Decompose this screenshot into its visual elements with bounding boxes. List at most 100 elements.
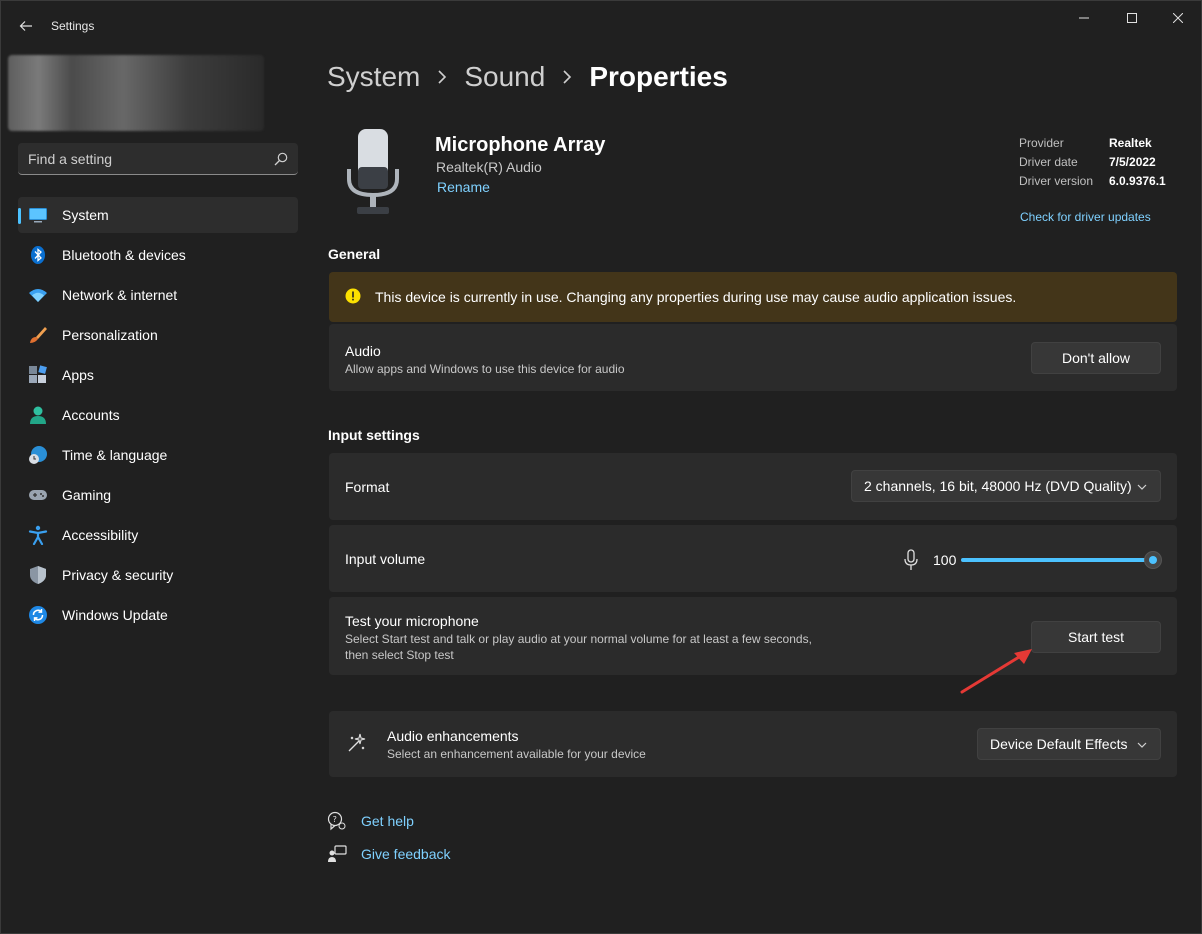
driver-version-value: 6.0.9376.1	[1109, 174, 1166, 188]
format-dropdown-value: 2 channels, 16 bit, 48000 Hz (DVD Qualit…	[864, 478, 1132, 494]
audio-access-description: Allow apps and Windows to use this devic…	[345, 362, 625, 376]
sidebar-item-label: Privacy & security	[62, 567, 174, 583]
shield-icon	[30, 566, 46, 584]
driver-version-label: Driver version	[1019, 174, 1094, 188]
format-dropdown[interactable]: 2 channels, 16 bit, 48000 Hz (DVD Qualit…	[851, 470, 1161, 502]
sidebar-item-label: Accounts	[62, 407, 120, 423]
sidebar-item-apps[interactable]: Apps	[18, 357, 298, 393]
feedback-icon	[328, 845, 347, 862]
sidebar-item-accounts[interactable]: Accounts	[18, 397, 298, 433]
search-icon[interactable]	[274, 152, 288, 166]
input-volume-card: Input volume 100	[329, 525, 1177, 592]
in-use-warning-banner: This device is currently in use. Changin…	[329, 272, 1177, 322]
get-help-row[interactable]: ? Get help	[327, 809, 414, 833]
breadcrumb: System Sound Properties	[327, 61, 728, 93]
sidebar-item-gaming[interactable]: Gaming	[18, 477, 298, 513]
give-feedback-row[interactable]: Give feedback	[327, 842, 451, 866]
close-icon	[1173, 13, 1183, 23]
general-section-title: General	[328, 246, 381, 262]
audio-enhancements-value: Device Default Effects	[990, 736, 1128, 752]
sidebar-item-label: Windows Update	[62, 607, 168, 623]
warning-text: This device is currently in use. Changin…	[375, 289, 1017, 305]
sidebar-item-label: Personalization	[62, 327, 158, 343]
annotation-arrow-icon	[960, 649, 1032, 694]
rename-link[interactable]: Rename	[437, 179, 490, 195]
dont-allow-button[interactable]: Don't allow	[1031, 342, 1161, 374]
provider-value: Realtek	[1109, 136, 1152, 150]
format-label: Format	[345, 479, 390, 495]
globe-clock-icon	[29, 446, 47, 464]
sidebar-item-network[interactable]: Network & internet	[18, 277, 298, 313]
warning-icon	[345, 288, 361, 304]
audio-enhancements-card: Audio enhancements Select an enhancement…	[329, 711, 1177, 777]
test-microphone-description: Select Start test and talk or play audio…	[345, 631, 845, 663]
chevron-down-icon	[1137, 742, 1147, 748]
sidebar-item-accessibility[interactable]: Accessibility	[18, 517, 298, 553]
test-microphone-title: Test your microphone	[345, 613, 479, 629]
chevron-down-icon	[1137, 484, 1147, 490]
sidebar-item-bluetooth[interactable]: Bluetooth & devices	[18, 237, 298, 273]
sidebar-item-label: Time & language	[62, 447, 168, 463]
paintbrush-icon	[30, 327, 47, 343]
input-volume-slider-track[interactable]	[961, 558, 1155, 562]
device-header: Microphone Array Realtek(R) Audio Rename…	[327, 121, 1177, 231]
bluetooth-icon	[31, 246, 45, 264]
give-feedback-link[interactable]: Give feedback	[361, 846, 451, 862]
sidebar-item-windows-update[interactable]: Windows Update	[18, 597, 298, 633]
search-input[interactable]	[28, 143, 268, 174]
back-button[interactable]	[13, 13, 39, 39]
sidebar-item-personalization[interactable]: Personalization	[18, 317, 298, 353]
minimize-button[interactable]	[1061, 1, 1107, 35]
sidebar-item-privacy-security[interactable]: Privacy & security	[18, 557, 298, 593]
device-subtitle: Realtek(R) Audio	[436, 159, 542, 175]
audio-enhancements-dropdown[interactable]: Device Default Effects	[977, 728, 1161, 760]
chevron-right-icon	[563, 70, 572, 84]
wifi-icon	[29, 289, 47, 302]
driver-date-value: 7/5/2022	[1109, 155, 1156, 169]
sidebar-item-label: Gaming	[62, 487, 112, 503]
audio-access-card: Audio Allow apps and Windows to use this…	[329, 324, 1177, 391]
chevron-right-icon	[438, 70, 447, 84]
sidebar-item-label: Accessibility	[62, 527, 139, 543]
get-help-link[interactable]: Get help	[361, 813, 414, 829]
close-button[interactable]	[1155, 1, 1201, 35]
driver-info: Provider Realtek Driver date 7/5/2022 Driv…	[1019, 136, 1179, 224]
person-icon	[30, 406, 46, 424]
check-driver-updates-link[interactable]: Check for driver updates	[1020, 210, 1151, 224]
audio-access-title: Audio	[345, 343, 381, 359]
device-name: Microphone Array	[435, 134, 606, 156]
monitor-icon	[29, 208, 47, 223]
input-settings-title: Input settings	[328, 427, 420, 443]
svg-text:?: ?	[333, 815, 337, 824]
sidebar-item-label: Apps	[62, 367, 94, 383]
maximize-icon	[1127, 13, 1137, 23]
input-volume-label: Input volume	[345, 551, 426, 567]
test-microphone-card: Test your microphone Select Start test a…	[329, 597, 1177, 675]
search-box[interactable]	[18, 143, 298, 175]
provider-label: Provider	[1019, 136, 1064, 150]
apps-icon	[29, 365, 47, 383]
update-icon	[29, 606, 47, 624]
sidebar-item-label: Bluetooth & devices	[62, 247, 186, 263]
input-volume-value: 100	[933, 552, 957, 568]
sparkle-wand-icon	[348, 733, 366, 752]
accessibility-icon	[28, 525, 48, 545]
sidebar-item-time-language[interactable]: Time & language	[18, 437, 298, 473]
input-volume-slider-thumb[interactable]	[1144, 551, 1162, 569]
breadcrumb-sound[interactable]: Sound	[464, 61, 545, 93]
back-arrow-icon	[19, 21, 32, 31]
sidebar-item-label: Network & internet	[62, 287, 178, 303]
account-profile-blurred[interactable]	[8, 55, 264, 131]
app-title: Settings	[51, 19, 95, 33]
breadcrumb-system[interactable]: System	[327, 61, 420, 93]
format-card: Format 2 channels, 16 bit, 48000 Hz (DVD…	[329, 453, 1177, 520]
test-description-line1: Select Start test and talk or play audio…	[345, 632, 812, 646]
microphone-device-icon	[347, 129, 399, 214]
start-test-button[interactable]: Start test	[1031, 621, 1161, 653]
maximize-button[interactable]	[1109, 1, 1155, 35]
help-chat-icon: ?	[327, 811, 346, 831]
minimize-icon	[1079, 17, 1089, 19]
microphone-icon	[904, 549, 918, 570]
sidebar-item-system[interactable]: System	[18, 197, 298, 233]
breadcrumb-properties: Properties	[589, 61, 728, 92]
